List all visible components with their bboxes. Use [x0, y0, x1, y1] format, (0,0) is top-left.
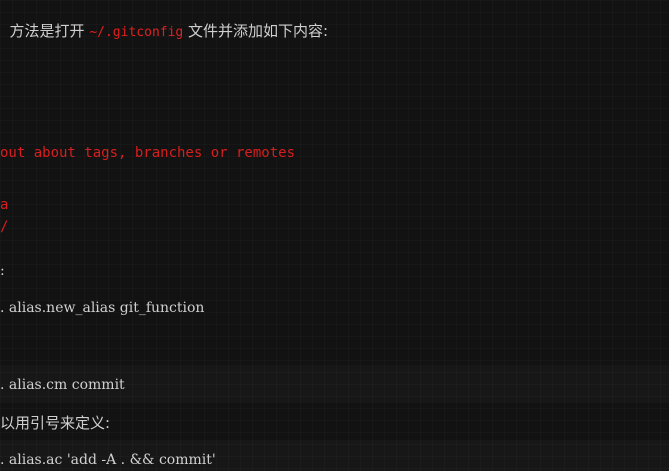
command-cm: . alias.cm commit — [0, 377, 125, 393]
note-quotes: 以用引号来定义: — [0, 414, 111, 432]
intro-paragraph: 方法是打开 ~/.gitconfig 文件并添加如下内容: — [0, 1, 329, 40]
code-fragment-slash: / — [0, 219, 9, 235]
gitconfig-path: ~/.gitconfig — [89, 25, 184, 40]
command-new-alias: . alias.new_alias git_function — [0, 300, 205, 316]
code-fragment-a: a — [0, 197, 9, 213]
code-comment-tags: out about tags, branches or remotes — [0, 145, 296, 161]
intro-text-after: 文件并添加如下内容: — [183, 22, 329, 40]
intro-text-before: 方法是打开 — [9, 22, 90, 40]
command-ac: . alias.ac 'add -A . && commit' — [0, 452, 216, 468]
code-fragment-colon: : — [0, 263, 5, 279]
